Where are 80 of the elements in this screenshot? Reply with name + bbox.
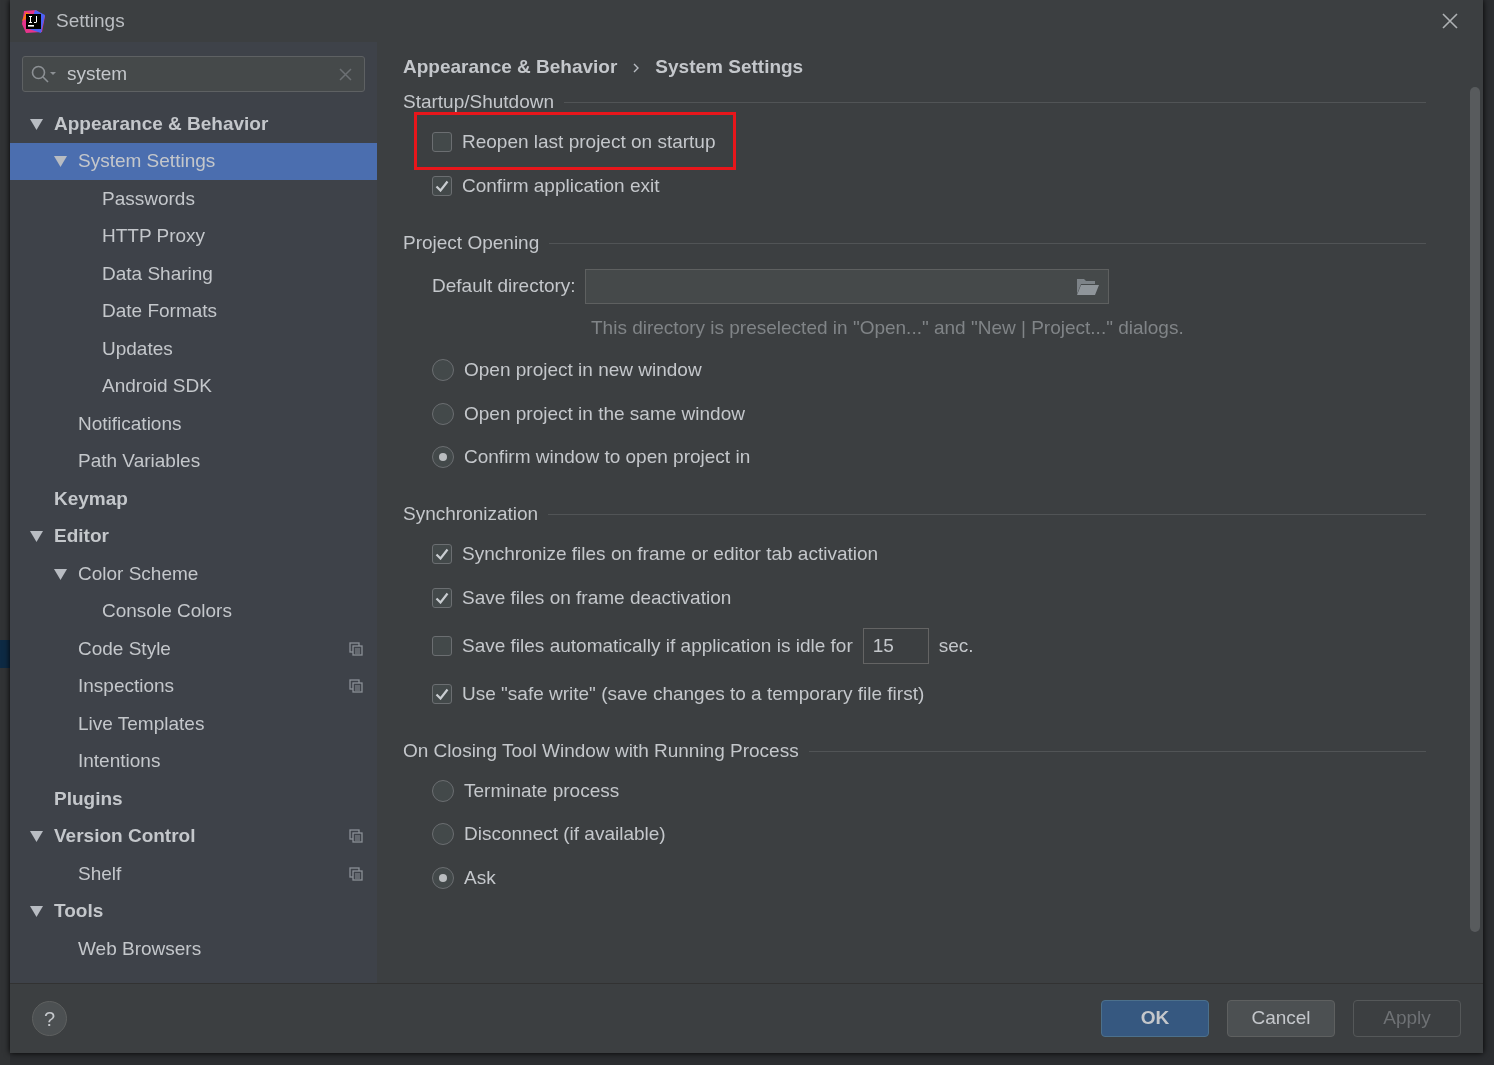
tree-item[interactable]: Updates [10,330,377,368]
window-title: Settings [56,8,126,33]
radio-label: Disconnect (if available) [464,822,666,846]
tree-item[interactable]: Color Scheme [10,555,377,593]
checkbox[interactable] [432,684,452,704]
expand-arrow-icon[interactable] [30,830,43,843]
tree-item[interactable]: Console Colors [10,592,377,630]
tree-item[interactable]: Web Browsers [10,930,377,968]
radio-label: Open project in new window [464,358,702,382]
radio-button[interactable] [432,779,454,802]
tree-item[interactable]: HTTP Proxy [10,217,377,255]
radio-button[interactable] [432,402,454,425]
expand-arrow-icon[interactable] [30,905,43,918]
tree-item[interactable]: Keymap [10,480,377,518]
radio-button[interactable] [432,446,454,469]
checkbox-label: Save files on frame deactivation [462,585,732,610]
section-title: Project Opening [403,230,540,255]
hint-text: This directory is preselected in "Open..." and "New | Project..." dialogs. [591,316,1185,340]
help-button[interactable]: ? [32,1001,67,1036]
unit-label: sec. [938,633,974,658]
tree-item[interactable]: Editor [10,517,377,555]
checkbox-label: Save files automatically if application is idle for [462,633,853,658]
tree-item[interactable]: Notifications [10,405,377,443]
tree-item[interactable]: System Settings [10,142,377,180]
breadcrumb-item[interactable]: Appearance & Behavior [403,53,618,82]
search-field[interactable]: system [22,56,365,92]
chevron-right-icon [633,62,640,73]
expand-arrow-icon[interactable] [30,530,43,543]
radio-button[interactable] [432,359,454,382]
breadcrumb-item[interactable]: System Settings [655,53,804,82]
tree-item[interactable]: Data Sharing [10,255,377,293]
expand-arrow-icon[interactable] [30,117,43,130]
tree-item[interactable]: Live Templates [10,705,377,743]
checkbox[interactable] [432,588,452,608]
tree-item[interactable]: Android SDK [10,367,377,405]
tree-item[interactable]: Code Style [10,630,377,668]
copy-icon [349,641,363,656]
expand-arrow-icon[interactable] [54,155,67,168]
tree-item[interactable]: Intentions [10,742,377,780]
tree-item[interactable]: Passwords [10,180,377,218]
checkbox-label: Reopen last project on startup [462,129,716,154]
checkbox[interactable] [432,636,452,656]
expand-arrow-icon[interactable] [54,567,67,580]
dialog-button[interactable]: Cancel [1227,1000,1335,1037]
radio-label: Terminate process [464,778,620,803]
radio-label: Confirm window to open project in [464,445,751,469]
field-label: Default directory: [432,274,576,299]
directory-field[interactable] [584,269,1109,304]
tree-item[interactable]: Appearance & Behavior [10,105,377,143]
section-title: Startup/Shutdown [403,89,555,114]
copy-icon [349,829,363,844]
checkbox-label: Confirm application exit [462,173,660,198]
tree-item[interactable]: Tools [10,892,377,930]
copy-icon [349,866,363,881]
checkbox-label: Synchronize files on frame or editor tab activation [462,541,879,566]
radio-button[interactable] [432,866,454,889]
search-icon [31,65,57,83]
copy-icon [349,679,363,694]
radio-button[interactable] [432,823,454,846]
dialog-button[interactable]: OK [1101,1000,1209,1037]
section-title: Synchronization [403,501,539,526]
selection-strip [0,640,10,668]
tree-item[interactable]: Shelf [10,855,377,893]
tree-item[interactable]: Version Control [10,817,377,855]
folder-icon[interactable] [1075,277,1100,296]
checkbox-label: Use "safe write" (save changes to a temporary file first) [462,681,925,706]
scrollbar[interactable] [1470,87,1480,932]
tree-item[interactable]: Date Formats [10,292,377,330]
checkbox[interactable] [432,176,452,196]
radio-label: Ask [464,865,496,890]
radio-label: Open project in the same window [464,401,745,426]
checkbox[interactable] [432,544,452,564]
tree-item[interactable]: Plugins [10,780,377,818]
number-field[interactable]: 15 [862,628,929,664]
close-icon[interactable] [1442,13,1458,29]
tree-item[interactable]: Inspections [10,667,377,705]
checkbox[interactable] [432,132,452,152]
section-title: On Closing Tool Window with Running Process [403,738,799,763]
app-logo-icon [21,8,46,34]
tree-item[interactable]: Path Variables [10,442,377,480]
